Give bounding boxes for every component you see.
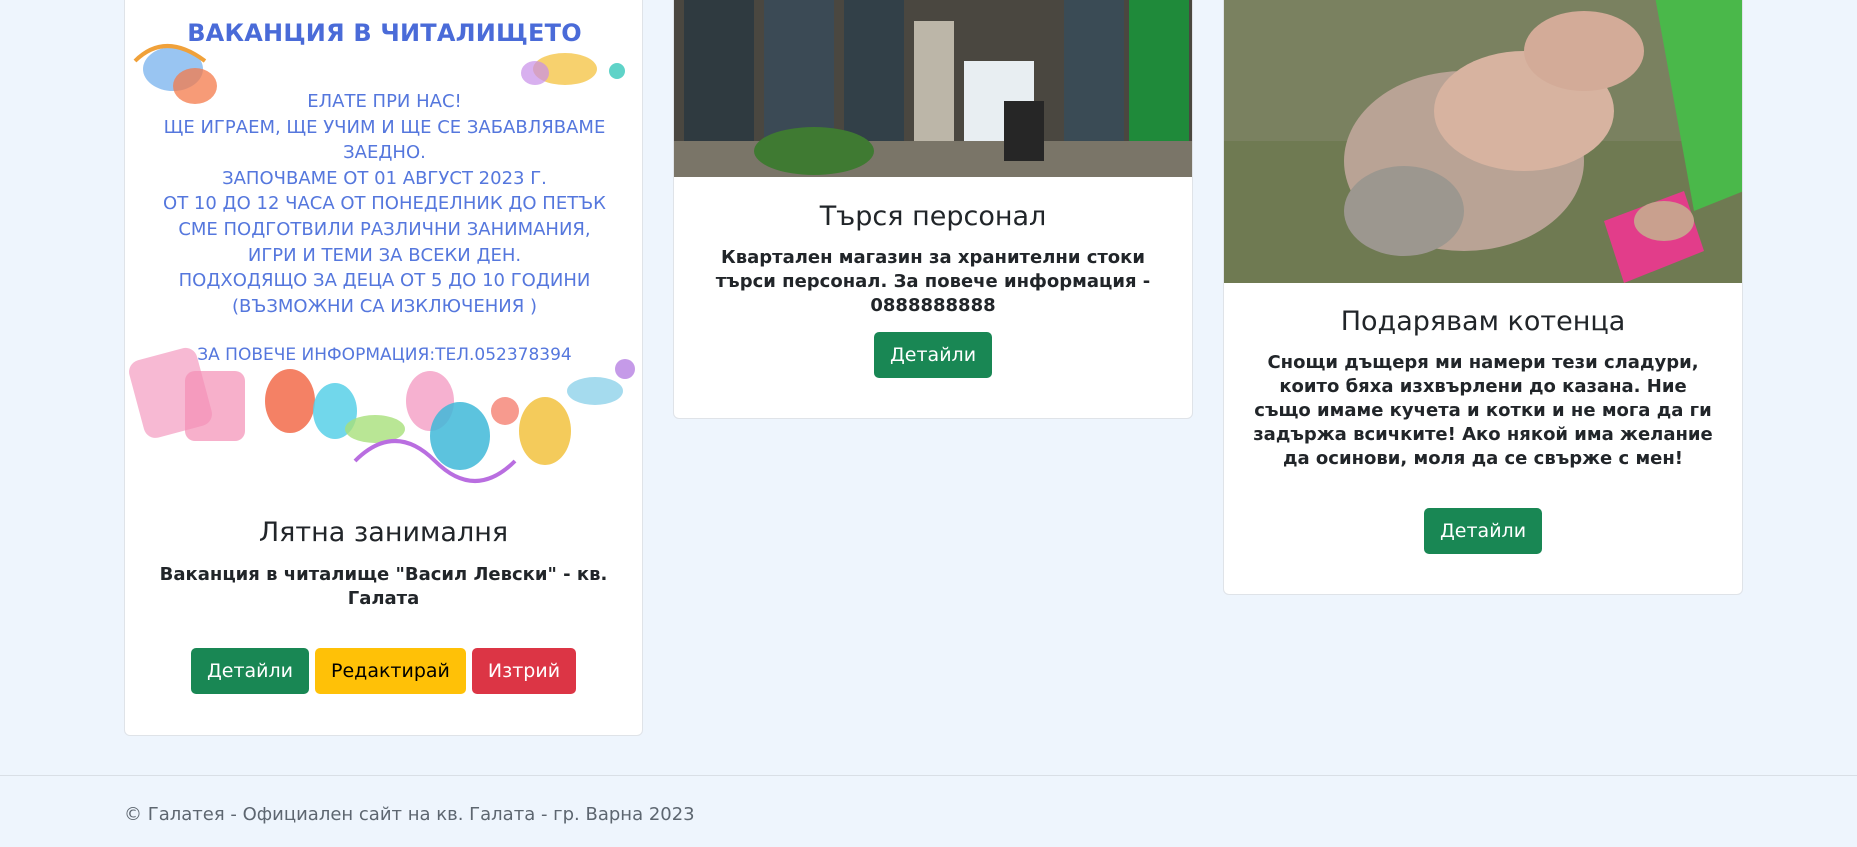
store-photo-shapes	[674, 0, 1192, 177]
poster-line: ПОДХОДЯЩО ЗА ДЕЦА ОТ 5 ДО 10 ГОДИНИ	[178, 270, 591, 292]
poster-line: ИГРИ И ТЕМИ ЗА ВСЕКИ ДЕН.	[247, 244, 522, 266]
card-actions: Детайли Редактирай Изтрий	[125, 648, 642, 694]
poster-line: ЕЛАТЕ ПРИ НАС!	[307, 91, 462, 112]
poster-contact: ЗА ПОВЕЧЕ ИНФОРМАЦИЯ:ТЕЛ.052378394	[197, 345, 572, 365]
poster-line: СМЕ ПОДГОТВИЛИ РАЗЛИЧНИ ЗАНИМАНИЯ,	[178, 218, 591, 240]
poster-line: ОТ 10 ДО 12 ЧАСА ОТ ПОНЕДЕЛНИК ДО ПЕТЪК	[163, 193, 606, 215]
page-footer: © Галатея - Официален сайт на кв. Галата…	[0, 775, 1857, 847]
poster-line: ЩЕ ИГРАЕМ, ЩЕ УЧИМ И ЩЕ СЕ ЗАБАВЛЯВАМЕ	[163, 116, 606, 138]
details-button[interactable]: Детайли	[1423, 508, 1543, 554]
kitten-photo-shapes	[1224, 0, 1742, 283]
card-text: Квартален магазин за хранителни стоки тъ…	[715, 247, 1151, 316]
details-button[interactable]: Детайли	[873, 332, 993, 378]
card-title: Подарявам котенца	[1340, 306, 1626, 337]
poster-line: ЗАПОЧВАМЕ ОТ 01 АВГУСТ 2023 Г.	[222, 167, 547, 189]
card-text: Снощи дъщеря ми намери тези сладури, кои…	[1253, 352, 1713, 469]
card-title: Лятна занималня	[258, 517, 509, 548]
event-card-summer-school: ВАКАНЦИЯ В ЧИТАЛИЩЕТО ЕЛАТЕ ПРИ НАС! ЩЕ …	[124, 0, 643, 736]
poster-title: ВАКАНЦИЯ В ЧИТАЛИЩЕТО	[187, 19, 582, 47]
poster-line: ЗАЕДНО.	[343, 142, 426, 164]
footer-copyright: © Галатея - Официален сайт на кв. Галата…	[124, 804, 695, 825]
grocery-store-photo	[674, 0, 1192, 177]
poster-line: (ВЪЗМОЖНИ СА ИЗКЛЮЧЕНИЯ )	[231, 295, 538, 317]
poster-body: ЕЛАТЕ ПРИ НАС! ЩЕ ИГРАЕМ, ЩЕ УЧИМ И ЩЕ С…	[155, 89, 614, 319]
event-card-kittens: Подарявам котенца Снощи дъщеря ми намери…	[1223, 0, 1743, 595]
card-actions: Детайли	[1224, 508, 1742, 554]
details-button[interactable]: Детайли	[190, 648, 310, 694]
card-text: Ваканция в читалище "Васил Левски" - кв.…	[159, 564, 608, 609]
card-title: Търся персонал	[819, 201, 1047, 232]
edit-button[interactable]: Редактирай	[315, 648, 466, 694]
delete-button[interactable]: Изтрий	[471, 648, 577, 694]
kittens-photo	[1224, 0, 1742, 283]
event-card-job-offer: Търся персонал Квартален магазин за хран…	[673, 0, 1193, 419]
summer-school-poster-image: ВАКАНЦИЯ В ЧИТАЛИЩЕТО ЕЛАТЕ ПРИ НАС! ЩЕ …	[125, 0, 642, 491]
card-actions: Детайли	[674, 332, 1192, 378]
